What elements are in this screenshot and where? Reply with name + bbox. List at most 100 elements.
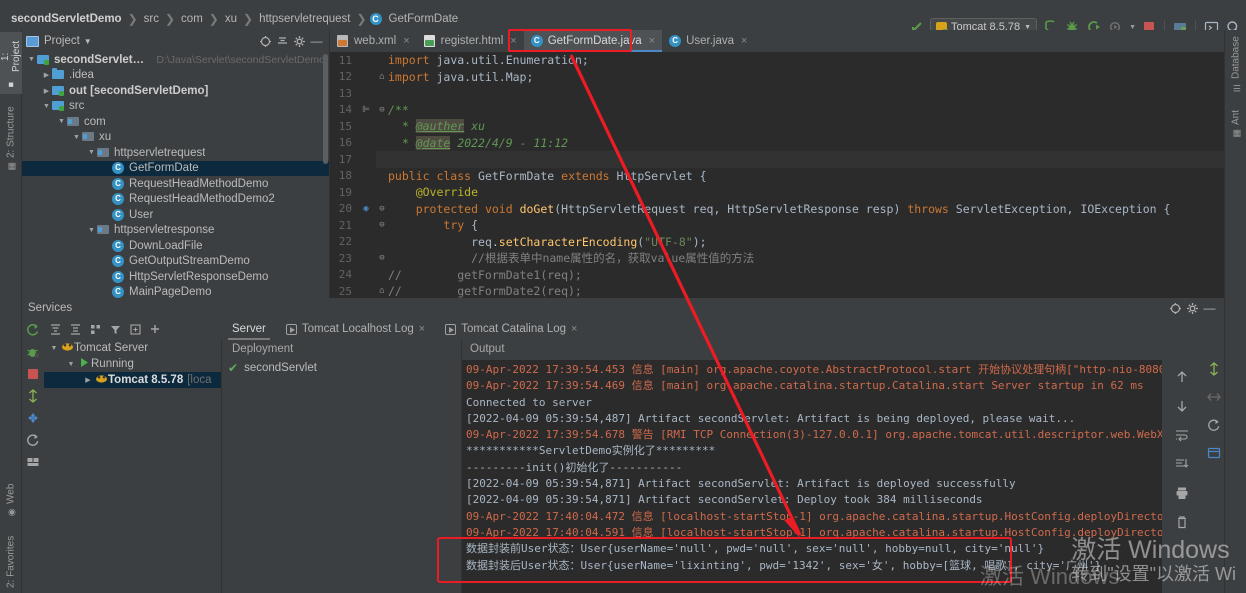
chevron-right-icon[interactable]: ▶	[41, 87, 52, 95]
close-icon[interactable]: ×	[403, 35, 409, 47]
expand-all-icon[interactable]	[47, 321, 64, 338]
project-tree-scrollbar[interactable]	[323, 54, 328, 164]
gutter-marker[interactable]: ⊫	[356, 105, 376, 115]
project-tree-node[interactable]: ▶ out [secondServletDemo]	[22, 83, 329, 99]
close-icon[interactable]: ×	[571, 323, 577, 335]
project-tree-node[interactable]: ▼ httpservletresponse	[22, 223, 329, 239]
deployment-list[interactable]: ✔ secondServlet	[222, 360, 462, 376]
code-line[interactable]: 13	[330, 85, 1246, 102]
code-line[interactable]: 21 ⊖ try {	[330, 217, 1246, 234]
code-fold-marker[interactable]: ⌂	[376, 72, 388, 82]
rerun-debug-icon[interactable]	[25, 344, 41, 360]
layout-settings-icon[interactable]	[25, 454, 41, 470]
code-line[interactable]: 23 ⊖ //根据表单中name属性的名，获取value属性值的方法	[330, 250, 1246, 267]
project-tree-node[interactable]: ▼ com	[22, 114, 329, 130]
project-tree-node[interactable]: GetFormDate	[22, 160, 329, 176]
services-tree[interactable]: ▼ Tomcat Server ▼ Running ▶ Tomcat 8.5.78 [loc…	[44, 340, 222, 593]
services-tree-node[interactable]: ▶ Tomcat 8.5.78 [loca	[44, 372, 221, 388]
breadcrumb-item-1[interactable]: src	[141, 12, 162, 26]
console-toolbar[interactable]	[1162, 360, 1202, 593]
deploy-icon[interactable]	[25, 388, 41, 404]
project-tree[interactable]: ▼ secondServletDemo D:\Java\Servlet\second…	[22, 52, 329, 298]
services-settings-icon[interactable]	[1167, 300, 1184, 317]
project-tree-node[interactable]: ▶ .idea	[22, 68, 329, 84]
menu-bar[interactable]	[0, 0, 1246, 8]
group-icon[interactable]	[87, 321, 104, 338]
trash-icon[interactable]	[1173, 513, 1191, 531]
code-line[interactable]: 19 @Override	[330, 184, 1246, 201]
up-icon[interactable]	[1173, 368, 1191, 386]
hide-panel-icon[interactable]: —	[1201, 300, 1218, 317]
code-line[interactable]: 24 // getFormDate1(req);	[330, 267, 1246, 284]
scroll-from-source-icon[interactable]	[257, 33, 274, 50]
code-line[interactable]: 12 ⌂ import java.util.Map;	[330, 69, 1246, 86]
project-tree-node[interactable]: User	[22, 207, 329, 223]
chevron-down-icon[interactable]: ▼	[26, 56, 37, 63]
sidebar-item-project[interactable]: ■ 1: Project	[0, 32, 22, 94]
services-tree-node[interactable]: ▼ Tomcat Server	[44, 340, 221, 356]
chevron-down-icon[interactable]: ▼	[41, 103, 52, 110]
project-tree-node[interactable]: MainPageDemo	[22, 285, 329, 298]
chevron-down-icon[interactable]: ▼	[84, 37, 92, 46]
services-run-toolbar[interactable]	[22, 318, 44, 593]
browse-icon[interactable]	[1205, 444, 1223, 462]
code-line[interactable]: 20 ◉ ⊖ protected void doGet(HttpServletReq…	[330, 201, 1246, 218]
breadcrumb-item-3[interactable]: xu	[222, 12, 240, 26]
breadcrumb-item-0[interactable]: secondServletDemo	[8, 12, 125, 26]
down-icon[interactable]	[1173, 397, 1191, 415]
console-output[interactable]: 09-Apr-2022 17:39:54.453 信息 [main] org.a…	[462, 360, 1184, 593]
code-line[interactable]: 14 ⊫ ⊖/**	[330, 102, 1246, 119]
gear-icon[interactable]	[1184, 300, 1201, 317]
project-tree-node[interactable]: RequestHeadMethodDemo	[22, 176, 329, 192]
chevron-down-icon[interactable]: ▼	[56, 118, 67, 125]
chevron-down-icon[interactable]: ▼	[48, 345, 60, 352]
chevron-down-icon[interactable]: ▼	[86, 149, 97, 156]
code-fold-marker[interactable]: ⊖	[376, 220, 388, 230]
services-tab-server[interactable]: Server	[222, 318, 276, 340]
breadcrumb[interactable]: secondServletDemo ❯ src ❯ com ❯ xu ❯ htt…	[0, 8, 461, 30]
breadcrumb-item-5[interactable]: GetFormDate	[386, 12, 462, 26]
breadcrumb-item-4[interactable]: httpservletrequest	[256, 12, 353, 26]
editor-tab-web-xml[interactable]: web.xml ×	[330, 30, 417, 52]
project-tree-node[interactable]: ▼ httpservletrequest	[22, 145, 329, 161]
undeploy-artifact-icon[interactable]	[1205, 388, 1223, 406]
code-line[interactable]: 15 * @auther xu	[330, 118, 1246, 135]
project-tree-node[interactable]: DownLoadFile	[22, 238, 329, 254]
override-marker-icon[interactable]: ◉	[356, 204, 376, 214]
chevron-down-icon[interactable]: ▼	[71, 134, 82, 141]
deployment-toolbar[interactable]	[1206, 360, 1222, 462]
project-tree-node[interactable]: ▼ secondServletDemo D:\Java\Servlet\second…	[22, 52, 329, 68]
code-fold-marker[interactable]: ⊖	[376, 253, 388, 263]
sidebar-item-structure[interactable]: ▦ 2: Structure	[0, 102, 22, 180]
filter-icon[interactable]	[107, 321, 124, 338]
close-icon[interactable]: ×	[649, 35, 655, 47]
soft-wrap-icon[interactable]	[1173, 426, 1191, 444]
close-icon[interactable]: ×	[419, 323, 425, 335]
project-tree-node[interactable]: ▼ xu	[22, 130, 329, 146]
rerun-icon[interactable]	[25, 322, 41, 338]
project-tree-node[interactable]: RequestHeadMethodDemo2	[22, 192, 329, 208]
editor-tab-register-html[interactable]: register.html ×	[417, 30, 524, 52]
code-line[interactable]: 18 public class GetFormDate extends HttpS…	[330, 168, 1246, 185]
services-tab-tomcat-catalina-log[interactable]: Tomcat Catalina Log ×	[435, 318, 587, 340]
sidebar-item-database[interactable]: ☰ Database	[1225, 32, 1246, 100]
code-fold-marker[interactable]: ⊖	[376, 204, 388, 214]
code-fold-marker[interactable]: ⌂	[376, 286, 388, 296]
code-line[interactable]: 11 import java.util.Enumeration;	[330, 52, 1246, 69]
close-icon[interactable]: ×	[510, 35, 516, 47]
code-line[interactable]: 16 * @date 2022/4/9 - 11:12	[330, 135, 1246, 152]
scroll-to-end-icon[interactable]	[1173, 455, 1191, 473]
edit-configurations-icon[interactable]	[25, 410, 41, 426]
gear-icon[interactable]	[291, 33, 308, 50]
code-line[interactable]: 22 req.setCharacterEncoding("UTF-8");	[330, 234, 1246, 251]
chevron-down-icon[interactable]: ▼	[86, 227, 97, 234]
services-tab-tomcat-localhost-log[interactable]: Tomcat Localhost Log ×	[276, 318, 435, 340]
deployment-item[interactable]: ✔ secondServlet	[222, 360, 462, 376]
code-line[interactable]: 25 ⌂// getFormDate2(req);	[330, 283, 1246, 298]
restart-icon[interactable]	[25, 432, 41, 448]
services-tree-toolbar[interactable]	[44, 318, 222, 340]
sidebar-item-web[interactable]: ◉ Web	[0, 480, 22, 524]
deploy-artifact-icon[interactable]	[1205, 360, 1223, 378]
services-tree-node[interactable]: ▼ Running	[44, 356, 221, 372]
editor-tab-user-java[interactable]: User.java ×	[662, 30, 754, 52]
